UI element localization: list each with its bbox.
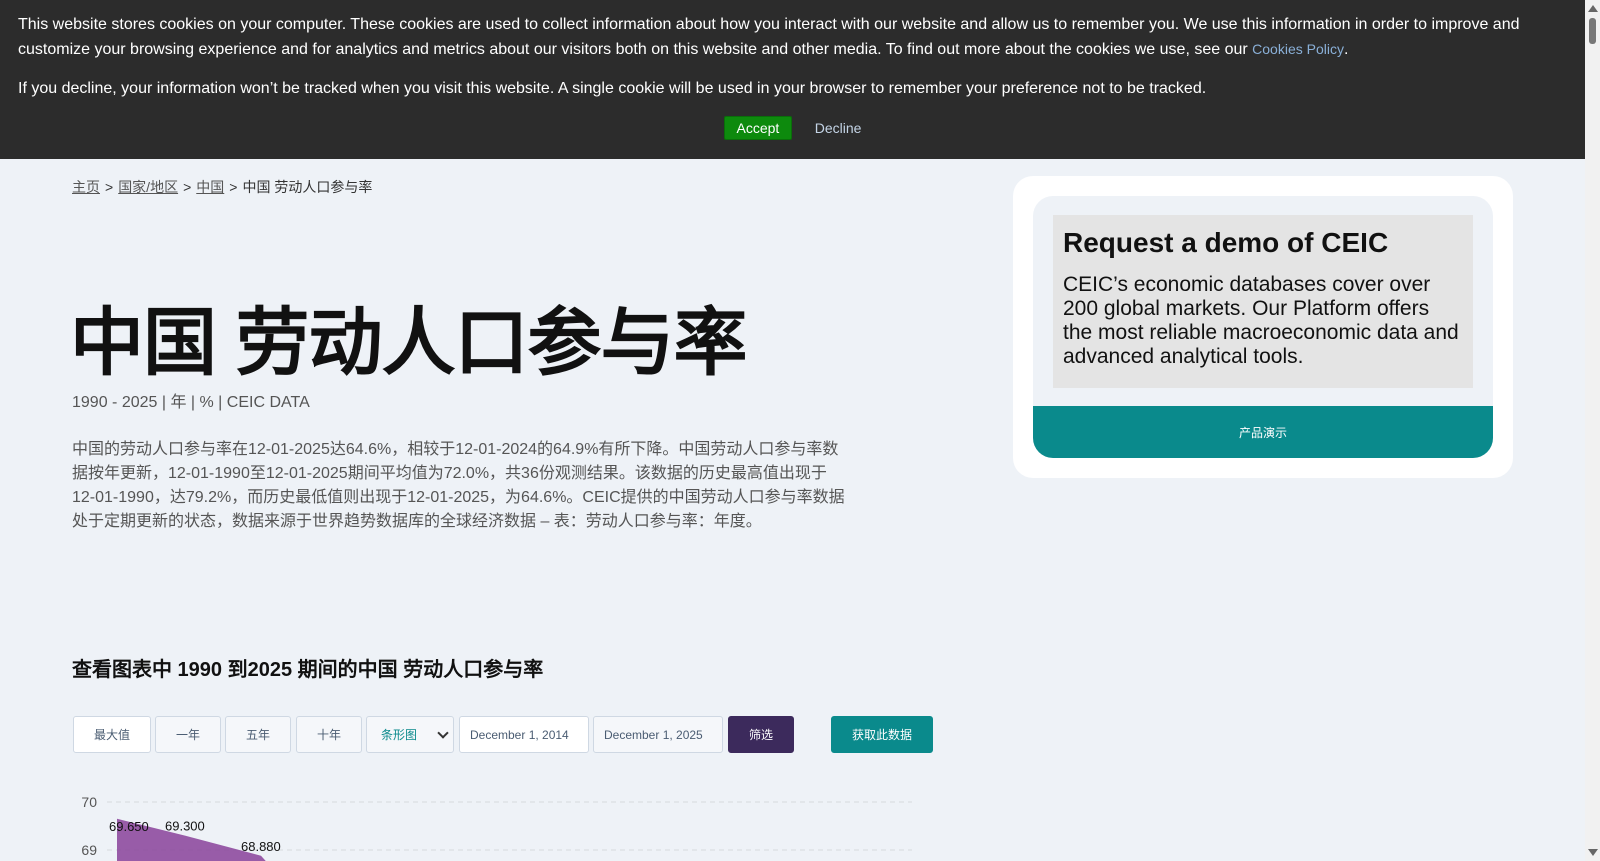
breadcrumb-home[interactable]: 主页 [72,179,100,195]
cookie-banner: This website stores cookies on your comp… [0,0,1585,159]
end-date-input[interactable]: December 1, 2025 [593,716,723,753]
data-label: 69.300 [165,819,205,834]
decline-button[interactable]: Decline [815,116,862,140]
cookie-decline-info: If you decline, your information won’t b… [18,80,1207,97]
scroll-thumb[interactable] [1589,18,1596,44]
get-data-button[interactable]: 获取此数据 [831,716,933,753]
demo-card-text: CEIC’s economic databases cover over 200… [1063,273,1459,368]
data-label: 69.650 [109,819,149,834]
breadcrumb-separator: > [105,179,114,195]
chevron-down-icon [437,726,449,739]
product-demo-button[interactable]: 产品演示 [1033,406,1493,458]
page-title: 中国 劳动人口参与率 [70,301,748,384]
range-5y-button[interactable]: 五年 [225,716,291,753]
y-tick-label: 70 [81,794,97,810]
cookie-text-period: . [1343,41,1349,58]
start-date-input[interactable]: December 1, 2014 [459,716,589,753]
demo-card: Request a demo of CEIC CEIC’s economic d… [1033,196,1493,458]
demo-card-title: Request a demo of CEIC [1063,227,1389,258]
scroll-down-arrow-icon[interactable] [1588,849,1598,856]
y-tick-label: 69 [81,842,97,858]
page-subtitle: 1990 - 2025 | 年 | % | CEIC DATA [72,394,310,411]
range-10y-button[interactable]: 十年 [296,716,362,753]
chart-heading: 查看图表中 1990 到2025 期间的中国 劳动人口参与率 [72,659,544,681]
breadcrumb-separator: > [183,179,192,195]
cookie-actions: Accept Decline [0,116,1585,141]
breadcrumb-separator: > [229,179,238,195]
range-max-button[interactable]: 最大值 [73,716,151,753]
cookies-policy-link[interactable]: Cookies Policy [1252,41,1344,57]
scrollbar[interactable] [1585,0,1600,861]
chart-area: 70 69 69.650 69.300 68.880 [72,780,932,861]
data-label: 68.880 [241,839,281,854]
breadcrumb: 主页 > 国家/地区 > 中国 > 中国 劳动人口参与率 [72,177,372,197]
breadcrumb-region[interactable]: 国家/地区 [118,179,178,195]
breadcrumb-current: 中国 劳动人口参与率 [242,179,373,195]
chart-type-value: 条形图 [381,728,418,742]
page-description: 中国的劳动人口参与率在12-01-2025达64.6%，相较于12-01-202… [72,441,845,530]
chart-type-select[interactable]: 条形图 [366,716,454,753]
scroll-up-arrow-icon[interactable] [1588,5,1598,12]
filter-button[interactable]: 筛选 [728,716,794,753]
accept-button[interactable]: Accept [723,116,793,140]
range-1y-button[interactable]: 一年 [155,716,221,753]
labour-participation-chart: 70 69 69.650 69.300 68.880 [81,794,912,861]
breadcrumb-country[interactable]: 中国 [196,179,224,195]
demo-card-content: Request a demo of CEIC CEIC’s economic d… [1053,215,1473,388]
cookie-text: This website stores cookies on your comp… [18,13,1567,62]
